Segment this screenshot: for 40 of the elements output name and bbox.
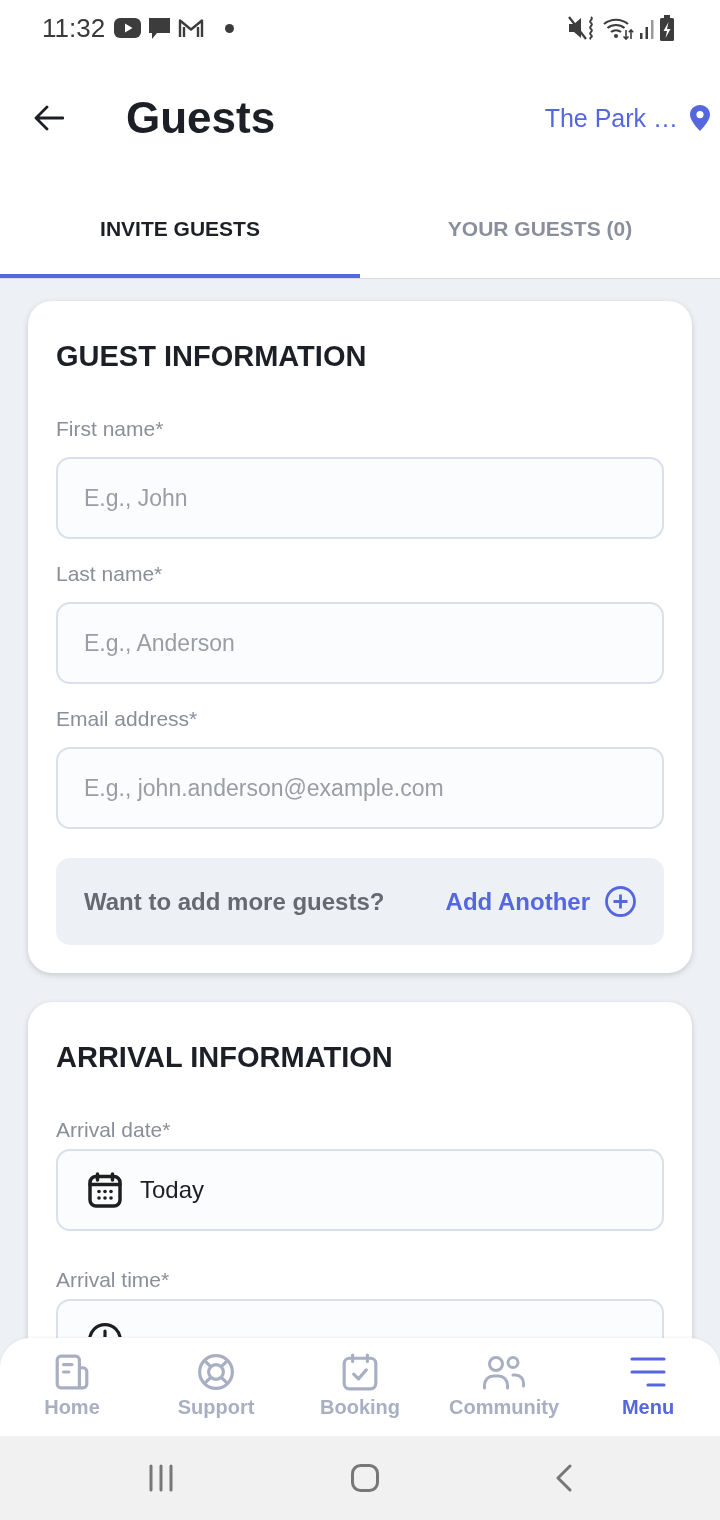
battery-charging-icon [660,15,674,41]
add-another-button[interactable]: Add Another [445,886,636,917]
location-button[interactable]: The Park … [544,103,710,133]
calendar-icon [88,1172,122,1208]
calendar-check-icon [342,1353,378,1391]
nav-item[interactable]: Home [0,1338,144,1436]
nav-item[interactable]: Menu [576,1338,720,1436]
back-chevron-icon[interactable] [556,1464,572,1492]
plus-circle-icon [605,886,636,917]
home-button-icon[interactable] [351,1464,379,1492]
menu-icon [630,1356,666,1388]
nav-item[interactable]: Community [432,1338,576,1436]
video-play-icon [114,18,142,38]
input-field[interactable]: E.g., John [56,457,664,539]
document-icon [53,1353,91,1391]
field-label: Arrival date* [56,1117,171,1143]
m-logo-icon [178,18,205,38]
field-label: Last name* [56,561,163,587]
section-title: ARRIVAL INFORMATION [56,1040,393,1075]
page-title: Guests [126,93,276,143]
notification-dot-icon [225,23,235,33]
map-pin-icon [690,105,710,131]
section-title: GUEST INFORMATION [56,339,367,374]
field-label: Email address* [56,706,198,732]
people-icon [482,1354,526,1390]
date-field[interactable]: Today [56,1149,664,1231]
add-guests-prompt: Want to add more guests? [84,887,385,916]
status-time: 11:32 [42,12,106,44]
lifebuoy-icon [197,1353,235,1391]
input-field[interactable]: E.g., Anderson [56,602,664,684]
recent-apps-icon[interactable] [148,1464,174,1492]
field-label: First name* [56,416,164,442]
message-icon [148,16,172,40]
input-field[interactable]: E.g., john.anderson@example.com [56,747,664,829]
field-label: Arrival time* [56,1267,170,1293]
back-arrow-icon[interactable] [34,105,64,131]
clock-icon [88,1323,122,1337]
nav-item[interactable]: Support [144,1338,288,1436]
nav-item[interactable]: Booking [288,1338,432,1436]
tab[interactable]: YOUR GUESTS (0) [360,180,720,278]
